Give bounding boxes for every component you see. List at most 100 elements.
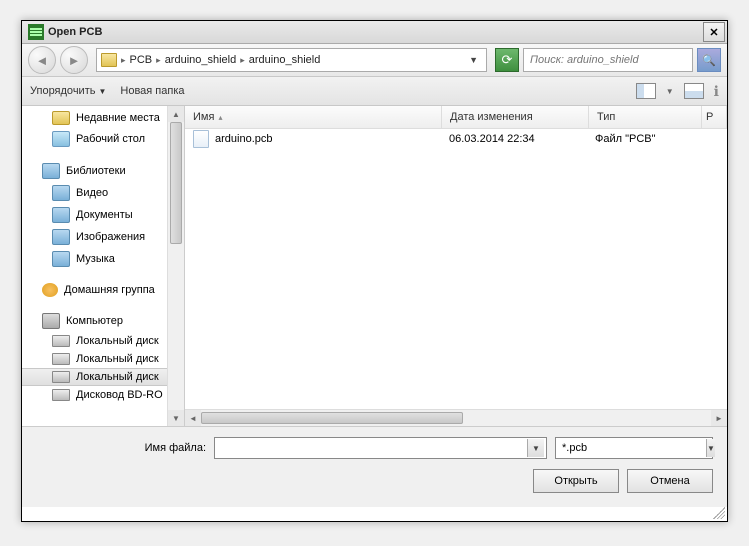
back-button[interactable]: ◄ — [28, 46, 56, 74]
close-button[interactable]: ✕ — [703, 22, 725, 42]
group-icon — [42, 283, 58, 297]
file-row[interactable]: arduino.pcb06.03.2014 22:34Файл "PCB" — [185, 129, 727, 149]
lib-icon — [42, 163, 60, 179]
sidebar-scrollbar[interactable]: ▲ ▼ — [167, 106, 184, 426]
filename-combo[interactable]: ▼ — [214, 437, 547, 459]
chevron-right-icon: ▸ — [119, 55, 128, 66]
disk-icon — [52, 371, 70, 383]
disk-icon — [52, 335, 70, 347]
column-name[interactable]: Имя ▴ — [185, 106, 442, 128]
sidebar-item-label: Документы — [76, 209, 133, 221]
sidebar-item-label: Библиотеки — [66, 165, 126, 177]
file-list: arduino.pcb06.03.2014 22:34Файл "PCB" — [185, 129, 727, 409]
search-button[interactable]: 🔍 — [697, 48, 721, 72]
sidebar-item-label: Недавние места — [76, 112, 160, 124]
scroll-down-button[interactable]: ▼ — [168, 410, 184, 426]
sidebar-item-label: Локальный диск — [76, 371, 159, 383]
view-options-button[interactable] — [636, 83, 656, 99]
sidebar-item[interactable]: Музыка — [22, 248, 184, 270]
lib-icon — [52, 185, 70, 201]
help-button[interactable]: ℹ — [714, 83, 719, 100]
folder-icon — [101, 53, 117, 67]
sidebar-item-label: Компьютер — [66, 315, 123, 327]
sidebar-item-label: Рабочий стол — [76, 133, 145, 145]
filename-input[interactable] — [219, 441, 527, 455]
nav-bar: ◄ ► ▸ PCB ▸ arduino_shield ▸ arduino_shi… — [22, 44, 727, 77]
column-date[interactable]: Дата изменения — [442, 106, 589, 128]
new-folder-button[interactable]: Новая папка — [120, 85, 184, 97]
sidebar-item[interactable]: Компьютер — [22, 310, 184, 332]
refresh-button[interactable]: ⟳ — [495, 48, 519, 72]
app-icon — [28, 24, 44, 40]
lib-icon — [52, 207, 70, 223]
horizontal-scrollbar[interactable]: ◄ ► — [185, 409, 727, 426]
window-title: Open PCB — [48, 26, 703, 38]
scroll-thumb[interactable] — [201, 412, 463, 424]
sidebar-item[interactable]: Видео — [22, 182, 184, 204]
lib-icon — [52, 251, 70, 267]
chevron-down-icon[interactable]: ▼ — [527, 439, 544, 457]
scroll-thumb[interactable] — [170, 122, 182, 244]
sidebar-item-label: Локальный диск — [76, 335, 159, 347]
chevron-down-icon[interactable]: ▼ — [465, 55, 482, 65]
sidebar: Недавние места Рабочий стол Библиотеки Виде… — [22, 106, 185, 426]
column-type[interactable]: Тип — [589, 106, 702, 128]
chevron-right-icon: ▸ — [238, 55, 247, 66]
chevron-down-icon[interactable]: ▼ — [666, 87, 674, 96]
file-name-cell: arduino.pcb — [185, 130, 441, 148]
resize-area — [22, 507, 727, 521]
sort-asc-icon: ▴ — [218, 113, 222, 122]
breadcrumb[interactable]: ▸ PCB ▸ arduino_shield ▸ arduino_shield … — [96, 48, 487, 72]
column-extra[interactable]: Р — [702, 106, 727, 128]
toolbar: Упорядочить ▼ Новая папка ▼ ℹ — [22, 77, 727, 106]
sidebar-item[interactable]: Недавние места — [22, 108, 184, 128]
breadcrumb-part[interactable]: PCB — [130, 54, 153, 66]
desktop-icon — [52, 131, 70, 147]
sidebar-item[interactable]: Рабочий стол — [22, 128, 184, 150]
forward-button[interactable]: ► — [60, 46, 88, 74]
filename-row: Имя файла: ▼ ▼ — [36, 437, 713, 459]
breadcrumb-part[interactable]: arduino_shield — [165, 54, 237, 66]
disk-icon — [52, 389, 70, 401]
cancel-button[interactable]: Отмена — [627, 469, 713, 493]
sidebar-item[interactable]: Локальный диск — [22, 368, 184, 386]
sidebar-item[interactable]: Дисковод BD-RO — [22, 386, 184, 404]
resize-grip[interactable] — [713, 507, 725, 519]
search-input[interactable] — [528, 53, 688, 67]
scroll-left-button[interactable]: ◄ — [185, 410, 201, 426]
scroll-track[interactable] — [201, 410, 711, 426]
filter-value[interactable] — [560, 441, 706, 455]
button-row: Открыть Отмена — [36, 469, 713, 493]
sidebar-item-label: Видео — [76, 187, 108, 199]
sidebar-item-label: Домашняя группа — [64, 284, 155, 296]
filter-combo[interactable]: ▼ — [555, 437, 713, 459]
scroll-right-button[interactable]: ► — [711, 410, 727, 426]
sidebar-item[interactable]: Домашняя группа — [22, 280, 184, 300]
disk-icon — [52, 353, 70, 365]
preview-pane-button[interactable] — [684, 83, 704, 99]
open-file-dialog: Open PCB ✕ ◄ ► ▸ PCB ▸ arduino_shield ▸ … — [21, 20, 728, 522]
file-type-cell: Файл "PCB" — [587, 133, 727, 145]
toolbar-right: ▼ ℹ — [636, 83, 719, 100]
chevron-down-icon[interactable]: ▼ — [706, 439, 715, 457]
sidebar-item[interactable]: Библиотеки — [22, 160, 184, 182]
sidebar-item[interactable]: Документы — [22, 204, 184, 226]
chevron-down-icon: ▼ — [98, 87, 106, 96]
dialog-body: Недавние места Рабочий стол Библиотеки Виде… — [22, 106, 727, 426]
comp-icon — [42, 313, 60, 329]
sidebar-item-label: Изображения — [76, 231, 145, 243]
open-button[interactable]: Открыть — [533, 469, 619, 493]
breadcrumb-part[interactable]: arduino_shield — [249, 54, 321, 66]
column-headers: Имя ▴ Дата изменения Тип Р — [185, 106, 727, 129]
sidebar-item[interactable]: Изображения — [22, 226, 184, 248]
organize-button[interactable]: Упорядочить ▼ — [30, 85, 106, 97]
scroll-up-button[interactable]: ▲ — [168, 106, 184, 122]
chevron-right-icon: ▸ — [154, 55, 163, 66]
sidebar-item[interactable]: Локальный диск — [22, 332, 184, 350]
file-pane: Имя ▴ Дата изменения Тип Р arduino.pcb06… — [185, 106, 727, 426]
file-name: arduino.pcb — [215, 133, 273, 145]
search-box[interactable] — [523, 48, 693, 72]
lib-icon — [52, 229, 70, 245]
filename-label: Имя файла: — [36, 442, 206, 454]
sidebar-item[interactable]: Локальный диск — [22, 350, 184, 368]
